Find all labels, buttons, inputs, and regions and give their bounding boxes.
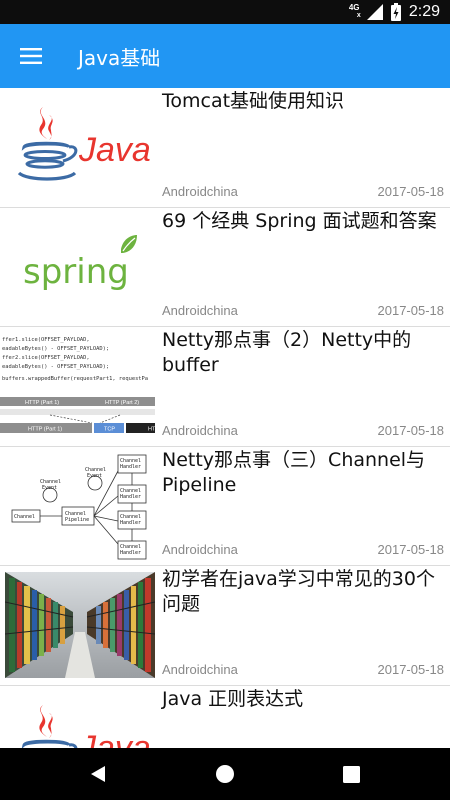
- recent-apps-button[interactable]: [321, 748, 381, 800]
- back-button[interactable]: [68, 748, 128, 800]
- svg-text:Handler: Handler: [120, 550, 141, 556]
- article-title: Netty那点事（三）Channel与Pipeline: [162, 448, 426, 496]
- list-item[interactable]: ffer1.slice(OFFSET_PAYLOAD, eadableBytes…: [0, 327, 450, 447]
- svg-text:HTTP (Part 1): HTTP (Part 1): [28, 427, 62, 433]
- hamburger-menu-icon: [20, 48, 42, 64]
- svg-text:Pipeline: Pipeline: [65, 517, 89, 523]
- article-title: Java 正则表达式: [162, 687, 304, 710]
- svg-text:Handler: Handler: [120, 494, 141, 500]
- list-item[interactable]: Channel Event Channel Event Channel Chan…: [0, 447, 450, 566]
- article-title: Tomcat基础使用知识: [162, 90, 345, 112]
- svg-text:Handler: Handler: [120, 464, 141, 470]
- spring-logo-thumbnail: spring: [5, 213, 155, 321]
- article-author: Androidchina: [162, 303, 238, 318]
- list-item[interactable]: 初学者在java学习中常见的30个问题 Androidchina 2017-05…: [0, 566, 450, 686]
- article-title: 初学者在java学习中常见的30个问题: [162, 568, 435, 615]
- svg-text:Handler: Handler: [120, 520, 141, 526]
- article-date: 2017-05-18: [377, 303, 445, 318]
- article-title: Netty那点事（2）Netty中的buffer: [162, 329, 412, 376]
- java-logo-thumbnail: Java: [5, 691, 155, 749]
- article-date: 2017-05-18: [377, 542, 445, 557]
- svg-text:ffer1.slice(OFFSET_PAYLOAD,: ffer1.slice(OFFSET_PAYLOAD, eadableBytes…: [2, 337, 148, 382]
- page-title: Java基础: [78, 45, 161, 70]
- menu-button[interactable]: [0, 24, 60, 88]
- back-triangle-icon: [91, 766, 105, 782]
- article-date: 2017-05-18: [377, 183, 445, 199]
- netty-buffer-thumbnail: ffer1.slice(OFFSET_PAYLOAD, eadableBytes…: [0, 331, 155, 439]
- battery-icon: [390, 3, 401, 21]
- svg-text:HTTP (Part 1): HTTP (Part 1): [25, 400, 59, 406]
- svg-text:Event: Event: [42, 485, 57, 491]
- list-item[interactable]: Java Java 正则表达式: [0, 686, 450, 749]
- signal-icon: 4G x: [349, 2, 383, 22]
- java-logo-text: Java: [78, 729, 151, 749]
- status-icons: 4G x 2:29: [349, 0, 440, 24]
- article-author: Androidchina: [162, 661, 238, 677]
- article-list[interactable]: Java Tomcat基础使用知识 Androidchina 2017-05-1…: [0, 88, 450, 748]
- java-logo-text: Java: [78, 131, 151, 169]
- recent-apps-square-icon: [342, 765, 360, 783]
- svg-text:HT: HT: [148, 427, 155, 433]
- status-bar: 4G x 2:29: [0, 0, 450, 24]
- article-author: Androidchina: [162, 183, 238, 199]
- channel-pipeline-thumbnail: Channel Event Channel Event Channel Chan…: [0, 449, 155, 563]
- network-type-label: 4G: [348, 3, 360, 12]
- article-date: 2017-05-18: [377, 422, 445, 438]
- article-date: 2017-05-18: [377, 661, 445, 677]
- library-photo-thumbnail: [5, 572, 155, 678]
- java-logo-thumbnail: Java: [5, 93, 155, 201]
- article-author: Androidchina: [162, 542, 238, 557]
- home-button[interactable]: [195, 748, 255, 800]
- navigation-bar: [0, 748, 450, 800]
- article-author: Androidchina: [162, 422, 238, 438]
- spring-logo-text: spring: [23, 252, 129, 292]
- svg-text:Channel: Channel: [14, 514, 35, 520]
- svg-text:Event: Event: [87, 473, 102, 479]
- list-item[interactable]: spring 69 个经典 Spring 面试题和答案 Androidchina…: [0, 208, 450, 327]
- list-item[interactable]: Java Tomcat基础使用知识 Androidchina 2017-05-1…: [0, 88, 450, 208]
- home-circle-icon: [216, 765, 234, 783]
- svg-text:TCP: TCP: [104, 427, 115, 433]
- app-bar: Java基础: [0, 24, 450, 88]
- svg-text:HTTP (Part 2): HTTP (Part 2): [105, 400, 139, 406]
- article-title: 69 个经典 Spring 面试题和答案: [162, 209, 437, 232]
- clock: 2:29: [408, 3, 440, 20]
